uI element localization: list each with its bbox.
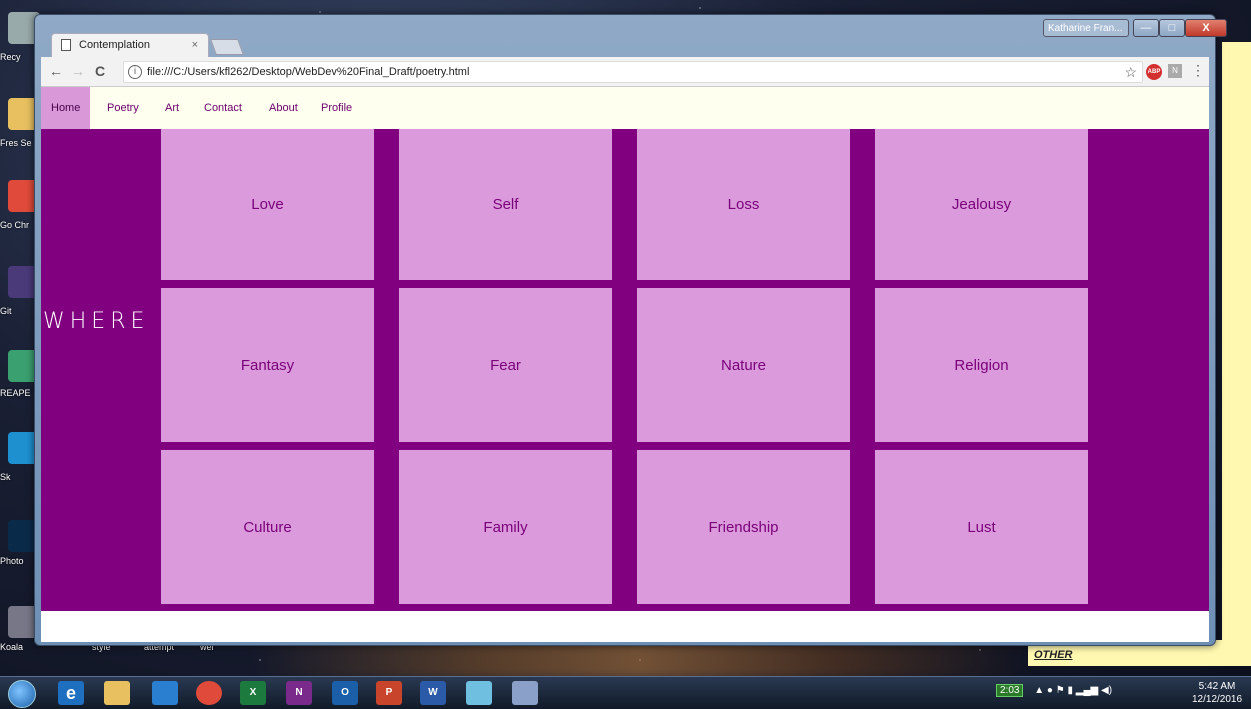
close-window-button[interactable]: X bbox=[1185, 19, 1227, 37]
excel-icon[interactable]: X bbox=[240, 681, 266, 705]
outlook-icon[interactable]: O bbox=[332, 681, 358, 705]
powerpoint-icon[interactable]: P bbox=[376, 681, 402, 705]
tile-nature[interactable]: Nature bbox=[637, 288, 850, 442]
clock-date: 12/12/2016 bbox=[1192, 694, 1243, 705]
tray-timer[interactable]: 2:03 bbox=[996, 684, 1024, 697]
forward-arrow-icon[interactable]: → bbox=[71, 63, 85, 79]
tile-culture[interactable]: Culture bbox=[161, 450, 374, 604]
nav-art[interactable]: Art bbox=[155, 87, 189, 129]
system-tray: 2:03 ▲ ● ⚑ ▮ ▂▄▆ ◀) bbox=[996, 684, 1112, 697]
tile-religion[interactable]: Religion bbox=[875, 288, 1088, 442]
page-icon bbox=[61, 39, 71, 51]
tile-loss[interactable]: Loss bbox=[637, 129, 850, 280]
word-icon[interactable]: W bbox=[420, 681, 446, 705]
internet-explorer-icon[interactable]: e bbox=[58, 681, 84, 705]
windows-taskbar: e X N O P W 2:03 ▲ ● ⚑ ▮ ▂▄▆ ◀) 5:42 AM … bbox=[0, 676, 1251, 709]
tile-fantasy[interactable]: Fantasy bbox=[161, 288, 374, 442]
taskbar-clock[interactable]: 5:42 AM 12/12/2016 bbox=[1192, 680, 1242, 706]
reload-icon[interactable]: C bbox=[95, 63, 105, 79]
site-navigation: Home Poetry Art Contact About Profile bbox=[41, 87, 1209, 129]
nav-home[interactable]: Home bbox=[41, 87, 91, 129]
bookmark-star-icon[interactable]: ☆ bbox=[1124, 64, 1137, 81]
address-bar[interactable]: i file:///C:/Users/kfl262/Desktop/WebDev… bbox=[123, 61, 1143, 83]
user-profile-badge[interactable]: Katharine Fran... bbox=[1043, 19, 1129, 37]
tab-close-icon[interactable]: × bbox=[192, 39, 198, 51]
tile-self[interactable]: Self bbox=[399, 129, 612, 280]
browser-window: Contemplation × Katharine Fran... — □ X … bbox=[34, 14, 1227, 646]
info-icon[interactable]: i bbox=[128, 65, 142, 79]
tile-love[interactable]: Love bbox=[161, 129, 374, 280]
adblock-extension-icon[interactable]: ABP bbox=[1146, 64, 1162, 80]
file-explorer-icon[interactable] bbox=[104, 681, 130, 705]
nav-about[interactable]: About bbox=[259, 87, 308, 129]
onenote-icon[interactable]: N bbox=[286, 681, 312, 705]
poetry-content: WHERE P Love Self Loss Jealousy Fantasy … bbox=[41, 129, 1209, 611]
tile-lust[interactable]: Lust bbox=[875, 450, 1088, 604]
nav-contact[interactable]: Contact bbox=[194, 87, 252, 129]
desktop-label-koala: Koala bbox=[0, 642, 24, 652]
browser-menu-icon[interactable]: ⋮ bbox=[1191, 62, 1205, 79]
url-text[interactable]: file:///C:/Users/kfl262/Desktop/WebDev%2… bbox=[147, 66, 469, 78]
sticky-note-text: OTHER bbox=[1034, 649, 1073, 661]
page-footer bbox=[41, 611, 1209, 642]
chrome-taskbar-icon[interactable] bbox=[196, 681, 222, 705]
tray-icons[interactable]: ▲ ● ⚑ ▮ ▂▄▆ ◀) bbox=[1034, 685, 1112, 696]
page-viewport: Home Poetry Art Contact About Profile WH… bbox=[41, 87, 1209, 642]
sticky-note-side bbox=[1222, 42, 1251, 652]
sticky-notes-icon[interactable] bbox=[466, 681, 492, 705]
start-button[interactable] bbox=[8, 680, 36, 708]
browser-toolbar: ← → C i file:///C:/Users/kfl262/Desktop/… bbox=[41, 57, 1209, 87]
media-player-icon[interactable] bbox=[152, 681, 178, 705]
minimize-button[interactable]: — bbox=[1133, 19, 1159, 37]
nav-poetry[interactable]: Poetry bbox=[97, 87, 149, 129]
nav-profile[interactable]: Profile bbox=[311, 87, 362, 129]
tile-fear[interactable]: Fear bbox=[399, 288, 612, 442]
extension-icon[interactable]: N bbox=[1168, 64, 1182, 78]
tile-jealousy[interactable]: Jealousy bbox=[875, 129, 1088, 280]
maximize-button[interactable]: □ bbox=[1159, 19, 1185, 37]
tab-title: Contemplation bbox=[79, 39, 150, 51]
clock-time: 5:42 AM bbox=[1198, 681, 1236, 692]
paint-icon[interactable] bbox=[512, 681, 538, 705]
tile-friendship[interactable]: Friendship bbox=[637, 450, 850, 604]
browser-tab[interactable]: Contemplation × bbox=[51, 33, 209, 57]
new-tab-button[interactable] bbox=[210, 39, 244, 55]
tagline-text: WHERE P bbox=[43, 309, 180, 334]
back-arrow-icon[interactable]: ← bbox=[49, 63, 63, 79]
tile-family[interactable]: Family bbox=[399, 450, 612, 604]
